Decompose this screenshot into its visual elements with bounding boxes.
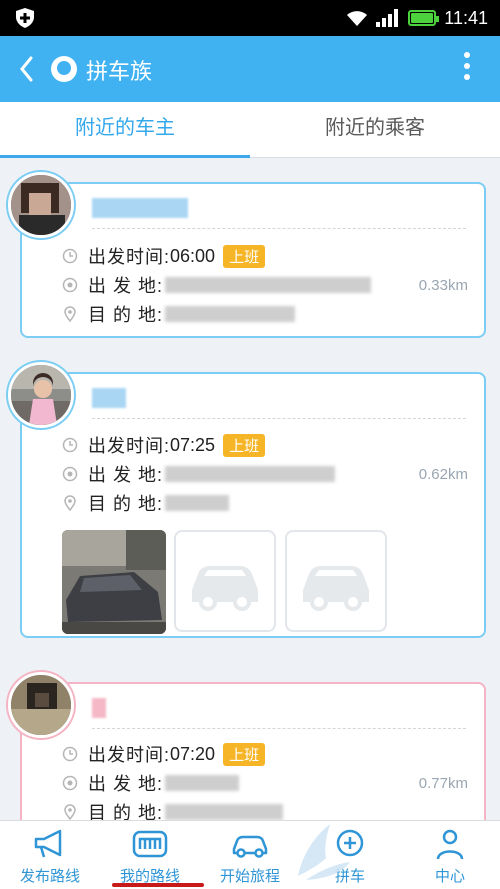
depart-time-row: 出发时间: 06:00 上班 [62,244,266,268]
car-photo-placeholder[interactable] [285,530,387,632]
car-photo[interactable] [62,530,166,634]
distance: 0.77km [418,775,468,792]
driver-name [92,388,126,408]
nav-label: 拼车 [334,868,365,885]
destination-label: 目 的 地: [88,803,164,820]
destination-address [165,495,230,511]
car-photo-placeholder[interactable] [174,530,276,632]
megaphone-icon [34,829,62,858]
depart-time-label: 出发时间: [88,436,171,456]
origin-row: 出 发 地: [62,462,336,486]
clock-icon [62,437,78,453]
origin-target-icon [62,277,78,293]
depart-time-label: 出发时间: [88,745,171,765]
distance: 0.33km [418,277,468,294]
depart-time-value: 07:25 [170,434,216,455]
driver-name [92,198,188,218]
car-icon [192,566,258,611]
clock-icon [62,746,78,762]
status-time: 11:41 [444,7,488,28]
status-bar: 11:41 [0,0,500,36]
destination-address [165,306,296,322]
wifi-icon [347,11,368,26]
origin-address [165,466,336,482]
origin-label: 出 发 地: [88,276,164,296]
destination-row: 目 的 地: [62,800,284,820]
driver-card[interactable]: 出发时间: 06:00 上班 出 发 地: 0.33km 目 的 地: [8,172,486,338]
depart-time-label: 出发时间: [88,247,171,267]
origin-label: 出 发 地: [88,465,164,485]
location-pin-icon [64,306,76,322]
origin-target-icon [62,775,78,791]
app-bar: 拼车族 [0,36,500,102]
clock-icon [62,248,78,264]
nav-user-center[interactable]: 中心 [400,821,500,889]
route-icon [132,830,168,858]
shield-icon [16,8,34,28]
user-icon [436,829,464,860]
driver-list: 出发时间: 06:00 上班 出 发 地: 0.33km 目 的 地: 出发时间… [0,158,500,820]
car-icon [303,566,369,611]
origin-target-icon [62,466,78,482]
signal-icon [376,9,399,27]
app-logo-icon [51,56,77,82]
tag-badge: 上班 [223,742,266,766]
location-pin-icon [64,804,76,820]
back-arrow-icon[interactable] [16,54,38,84]
bottom-nav: 发布路线 我的路线 开始旅程 拼车 中心 [0,820,500,889]
avatar [8,672,74,738]
divider [92,728,466,729]
depart-time-row: 出发时间: 07:20 上班 [62,742,266,766]
more-menu-icon[interactable] [462,52,472,86]
driver-card[interactable]: 出发时间: 07:20 上班 出 发 地: 0.77km 目 的 地: [8,672,486,820]
location-pin-icon [64,495,76,511]
tab-bar: 附近的车主 附近的乘客 [0,102,500,158]
depart-time-value: 06:00 [170,245,216,266]
add-circle-icon [336,829,364,857]
depart-time-row: 出发时间: 07:25 上班 [62,433,266,457]
origin-label: 出 发 地: [88,774,164,794]
nav-label: 中心 [434,868,465,885]
origin-row: 出 发 地: [62,771,240,795]
destination-label: 目 的 地: [88,494,164,514]
nav-label: 发布路线 [19,868,80,885]
tag-badge: 上班 [223,433,266,457]
tag-badge: 上班 [223,244,266,268]
divider [92,228,466,229]
battery-icon [408,10,440,26]
destination-row: 目 的 地: [62,302,296,326]
origin-address [165,277,372,293]
distance: 0.62km [418,466,468,483]
driver-card[interactable]: 出发时间: 07:25 上班 出 发 地: 0.62km 目 的 地: [8,362,486,638]
nav-label: 开始旅程 [219,868,280,885]
avatar [8,362,74,428]
destination-address [165,804,284,820]
destination-row: 目 的 地: [62,491,230,515]
nav-my-routes[interactable]: 我的路线 [100,821,200,889]
depart-time-value: 07:20 [170,743,216,764]
nav-selected-underline [112,883,204,887]
origin-row: 出 发 地: [62,273,372,297]
nav-publish-route[interactable]: 发布路线 [0,821,100,889]
destination-label: 目 的 地: [88,305,164,325]
car-icon [232,835,268,858]
avatar [8,172,74,238]
nav-carpool[interactable]: 拼车 [300,821,400,889]
tab-nearby-passengers[interactable]: 附近的乘客 [250,102,500,158]
divider [92,418,466,419]
nav-start-trip[interactable]: 开始旅程 [200,821,300,889]
page-title: 拼车族 [86,59,153,84]
origin-address [165,775,240,791]
tab-nearby-drivers[interactable]: 附近的车主 [0,102,250,158]
driver-name [92,698,106,718]
